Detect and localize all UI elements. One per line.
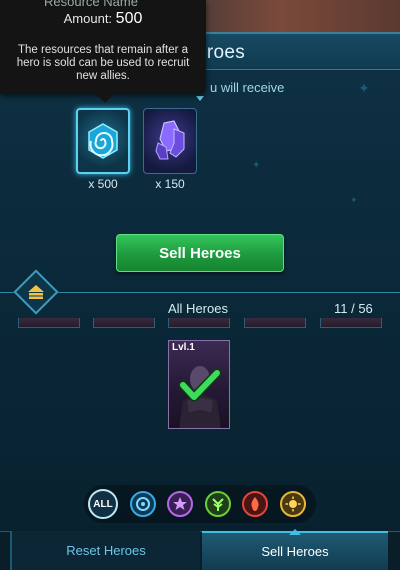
hero-card-partial[interactable] — [244, 318, 306, 328]
collapse-up-icon — [28, 285, 44, 299]
spiral-crystal-icon — [88, 123, 118, 159]
hero-card-selected[interactable]: Lvl.1 — [168, 340, 230, 429]
receive-label: u will receive — [210, 80, 285, 95]
sell-heroes-button[interactable]: Sell Heroes — [116, 234, 284, 272]
tooltip-amount-label: Amount: — [63, 11, 113, 26]
faction-all-button[interactable]: ALL — [88, 489, 118, 519]
purple-crystal-icon — [155, 120, 185, 160]
hero-card-partial[interactable] — [18, 318, 80, 328]
tooltip-amount-value: 500 — [115, 10, 143, 27]
tooltip-title: Resource Name — [44, 0, 138, 9]
nature-faction-icon[interactable] — [205, 491, 231, 517]
resource-count: x 500 — [88, 177, 118, 191]
checkmark-icon — [179, 368, 221, 402]
tab-reset-heroes[interactable]: Reset Heroes — [10, 531, 200, 570]
tab-sell-heroes[interactable]: Sell Heroes — [202, 531, 388, 570]
hero-card-partial[interactable] — [93, 318, 155, 328]
info-caret-icon — [196, 96, 204, 101]
filter-label: All Heroes — [168, 301, 228, 316]
section-divider — [0, 292, 400, 293]
sell-heroes-screen: eroes u will receive ✦ ✦ ✦ x 500 x 150 R… — [0, 0, 400, 570]
star-decoration-icon: ✦ — [252, 160, 261, 171]
hero-count: 11 / 56 — [334, 301, 373, 316]
resource-card-crystal[interactable] — [143, 108, 197, 174]
resource-tooltip: Resource Name Amount: 500 The resources … — [0, 0, 206, 103]
resource-card-spiral[interactable] — [76, 108, 130, 174]
fire-faction-icon[interactable] — [242, 491, 268, 517]
resource-count: x 150 — [155, 177, 185, 191]
star-decoration-icon: ✦ — [358, 80, 370, 96]
active-tab-indicator — [289, 529, 301, 535]
light-faction-icon[interactable] — [280, 491, 306, 517]
arcane-faction-icon[interactable] — [167, 491, 193, 517]
water-faction-icon[interactable] — [130, 491, 156, 517]
hero-card-partial[interactable] — [168, 318, 230, 328]
tooltip-description: The resources that remain after a hero i… — [16, 44, 190, 82]
tooltip-amount: Amount: 500 — [0, 10, 206, 28]
hero-card-partial[interactable] — [320, 318, 382, 328]
star-decoration-icon: ✦ — [350, 195, 358, 205]
